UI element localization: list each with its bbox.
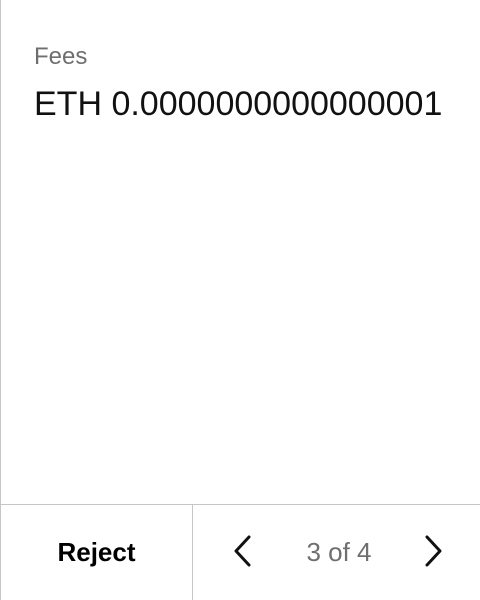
- pager: 3 of 4: [193, 505, 480, 600]
- next-page-button[interactable]: [413, 528, 453, 578]
- action-footer: Reject 3 of 4: [1, 504, 480, 600]
- page-indicator: 3 of 4: [306, 537, 372, 567]
- fee-details: Fees ETH 0.0000000000000001: [1, 0, 480, 504]
- chevron-left-icon: [231, 534, 255, 571]
- fees-label: Fees: [34, 43, 88, 70]
- chevron-right-icon: [421, 534, 445, 571]
- reject-button[interactable]: Reject: [1, 505, 193, 600]
- fees-value: ETH 0.0000000000000001: [34, 85, 443, 123]
- previous-page-button[interactable]: [223, 528, 263, 578]
- confirmation-screen: Fees ETH 0.0000000000000001 Reject 3 of …: [0, 0, 480, 600]
